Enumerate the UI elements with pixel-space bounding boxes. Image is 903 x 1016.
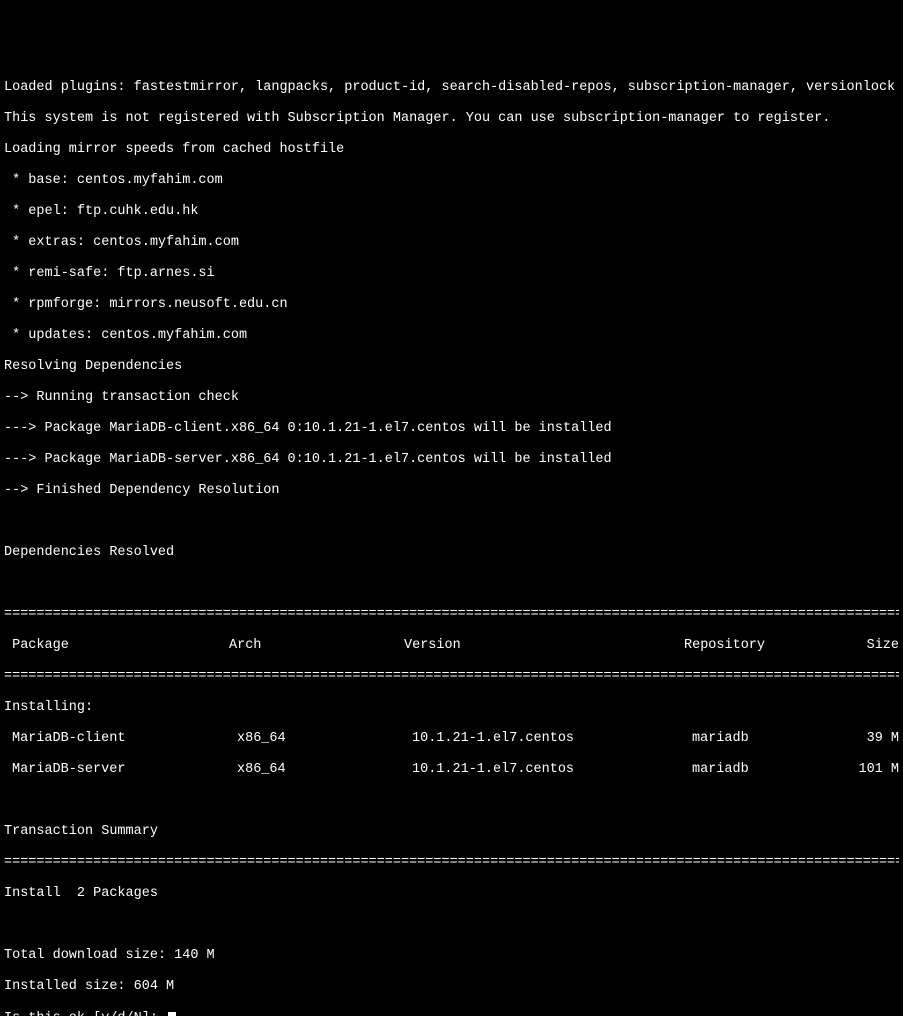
pkg-size: 39 M (839, 731, 899, 747)
resolving-line: Resolving Dependencies (4, 359, 899, 375)
mirror-line: * epel: ftp.cuhk.edu.hk (4, 204, 899, 220)
table-row: MariaDB-server x86_64 10.1.21-1.el7.cent… (4, 762, 899, 778)
separator-line: ========================================… (4, 669, 899, 685)
registration-line: This system is not registered with Subsc… (4, 111, 899, 127)
installed-size-line: Installed size: 604 M (4, 979, 899, 995)
header-version: Version (404, 638, 684, 654)
blank-line (4, 514, 899, 530)
pkg-name: MariaDB-server (4, 762, 237, 778)
plugins-line: Loaded plugins: fastestmirror, langpacks… (4, 80, 899, 96)
table-header-row: Package Arch Version Repository Size (4, 638, 899, 654)
pkg-repo: mariadb (692, 762, 839, 778)
mirror-line: * remi-safe: ftp.arnes.si (4, 266, 899, 282)
check-line: --> Finished Dependency Resolution (4, 483, 899, 499)
check-line: --> Running transaction check (4, 390, 899, 406)
deps-resolved-line: Dependencies Resolved (4, 545, 899, 561)
mirror-line: * updates: centos.myfahim.com (4, 328, 899, 344)
installing-label: Installing: (4, 700, 899, 716)
prompt-line[interactable]: Is this ok [y/d/N]: (4, 1011, 899, 1016)
mirror-line: * extras: centos.myfahim.com (4, 235, 899, 251)
total-download-line: Total download size: 140 M (4, 948, 899, 964)
blank-line (4, 917, 899, 933)
header-repository: Repository (684, 638, 839, 654)
cursor-icon (168, 1012, 176, 1016)
mirror-line: * rpmforge: mirrors.neusoft.edu.cn (4, 297, 899, 313)
blank-line (4, 576, 899, 592)
header-arch: Arch (229, 638, 404, 654)
pkg-version: 10.1.21-1.el7.centos (412, 731, 692, 747)
header-size: Size (839, 638, 899, 654)
loading-mirrors-line: Loading mirror speeds from cached hostfi… (4, 142, 899, 158)
pkg-arch: x86_64 (237, 762, 412, 778)
check-line: ---> Package MariaDB-client.x86_64 0:10.… (4, 421, 899, 437)
check-line: ---> Package MariaDB-server.x86_64 0:10.… (4, 452, 899, 468)
mirror-line: * base: centos.myfahim.com (4, 173, 899, 189)
terminal-output: Loaded plugins: fastestmirror, langpacks… (4, 64, 899, 1016)
table-row: MariaDB-client x86_64 10.1.21-1.el7.cent… (4, 731, 899, 747)
header-package: Package (4, 638, 229, 654)
separator-line: ========================================… (4, 607, 899, 623)
pkg-name: MariaDB-client (4, 731, 237, 747)
pkg-version: 10.1.21-1.el7.centos (412, 762, 692, 778)
blank-line (4, 793, 899, 809)
pkg-size: 101 M (839, 762, 899, 778)
transaction-summary-line: Transaction Summary (4, 824, 899, 840)
prompt-text: Is this ok [y/d/N]: (4, 1011, 166, 1016)
pkg-arch: x86_64 (237, 731, 412, 747)
separator-line: ========================================… (4, 855, 899, 871)
install-count-line: Install 2 Packages (4, 886, 899, 902)
pkg-repo: mariadb (692, 731, 839, 747)
